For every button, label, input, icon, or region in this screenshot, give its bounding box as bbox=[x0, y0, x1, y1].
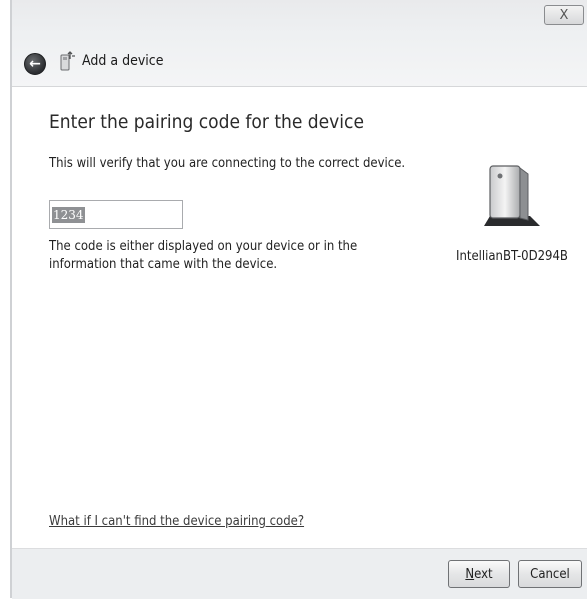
pairing-code-hint: The code is either displayed on your dev… bbox=[49, 239, 358, 272]
next-button[interactable]: Next bbox=[448, 560, 510, 588]
window-frame bbox=[10, 0, 12, 598]
back-arrow-icon: ← bbox=[29, 56, 41, 72]
page-description: This will verify that you are connecting… bbox=[49, 156, 406, 171]
device-name-label: IntellianBT-0D294B bbox=[456, 249, 568, 264]
close-icon: X bbox=[559, 7, 569, 23]
pairing-code-help-link[interactable]: What if I can't find the device pairing … bbox=[49, 514, 304, 529]
window-title: Add a device bbox=[82, 53, 164, 69]
add-device-window: X ← Add a device Enter the pairing code … bbox=[0, 0, 587, 599]
close-button[interactable]: X bbox=[544, 5, 584, 25]
device-tower-icon bbox=[484, 165, 540, 226]
back-button[interactable]: ← bbox=[24, 53, 46, 75]
next-button-label: Next bbox=[465, 566, 493, 582]
cancel-button-label: Cancel bbox=[530, 566, 570, 582]
pairing-code-value: 1234 bbox=[52, 207, 85, 223]
pairing-code-input[interactable]: 1234 bbox=[49, 200, 183, 229]
cancel-button[interactable]: Cancel bbox=[518, 560, 582, 588]
title-bar bbox=[10, 0, 587, 87]
add-device-icon bbox=[60, 51, 75, 71]
page-heading: Enter the pairing code for the device bbox=[49, 111, 364, 133]
